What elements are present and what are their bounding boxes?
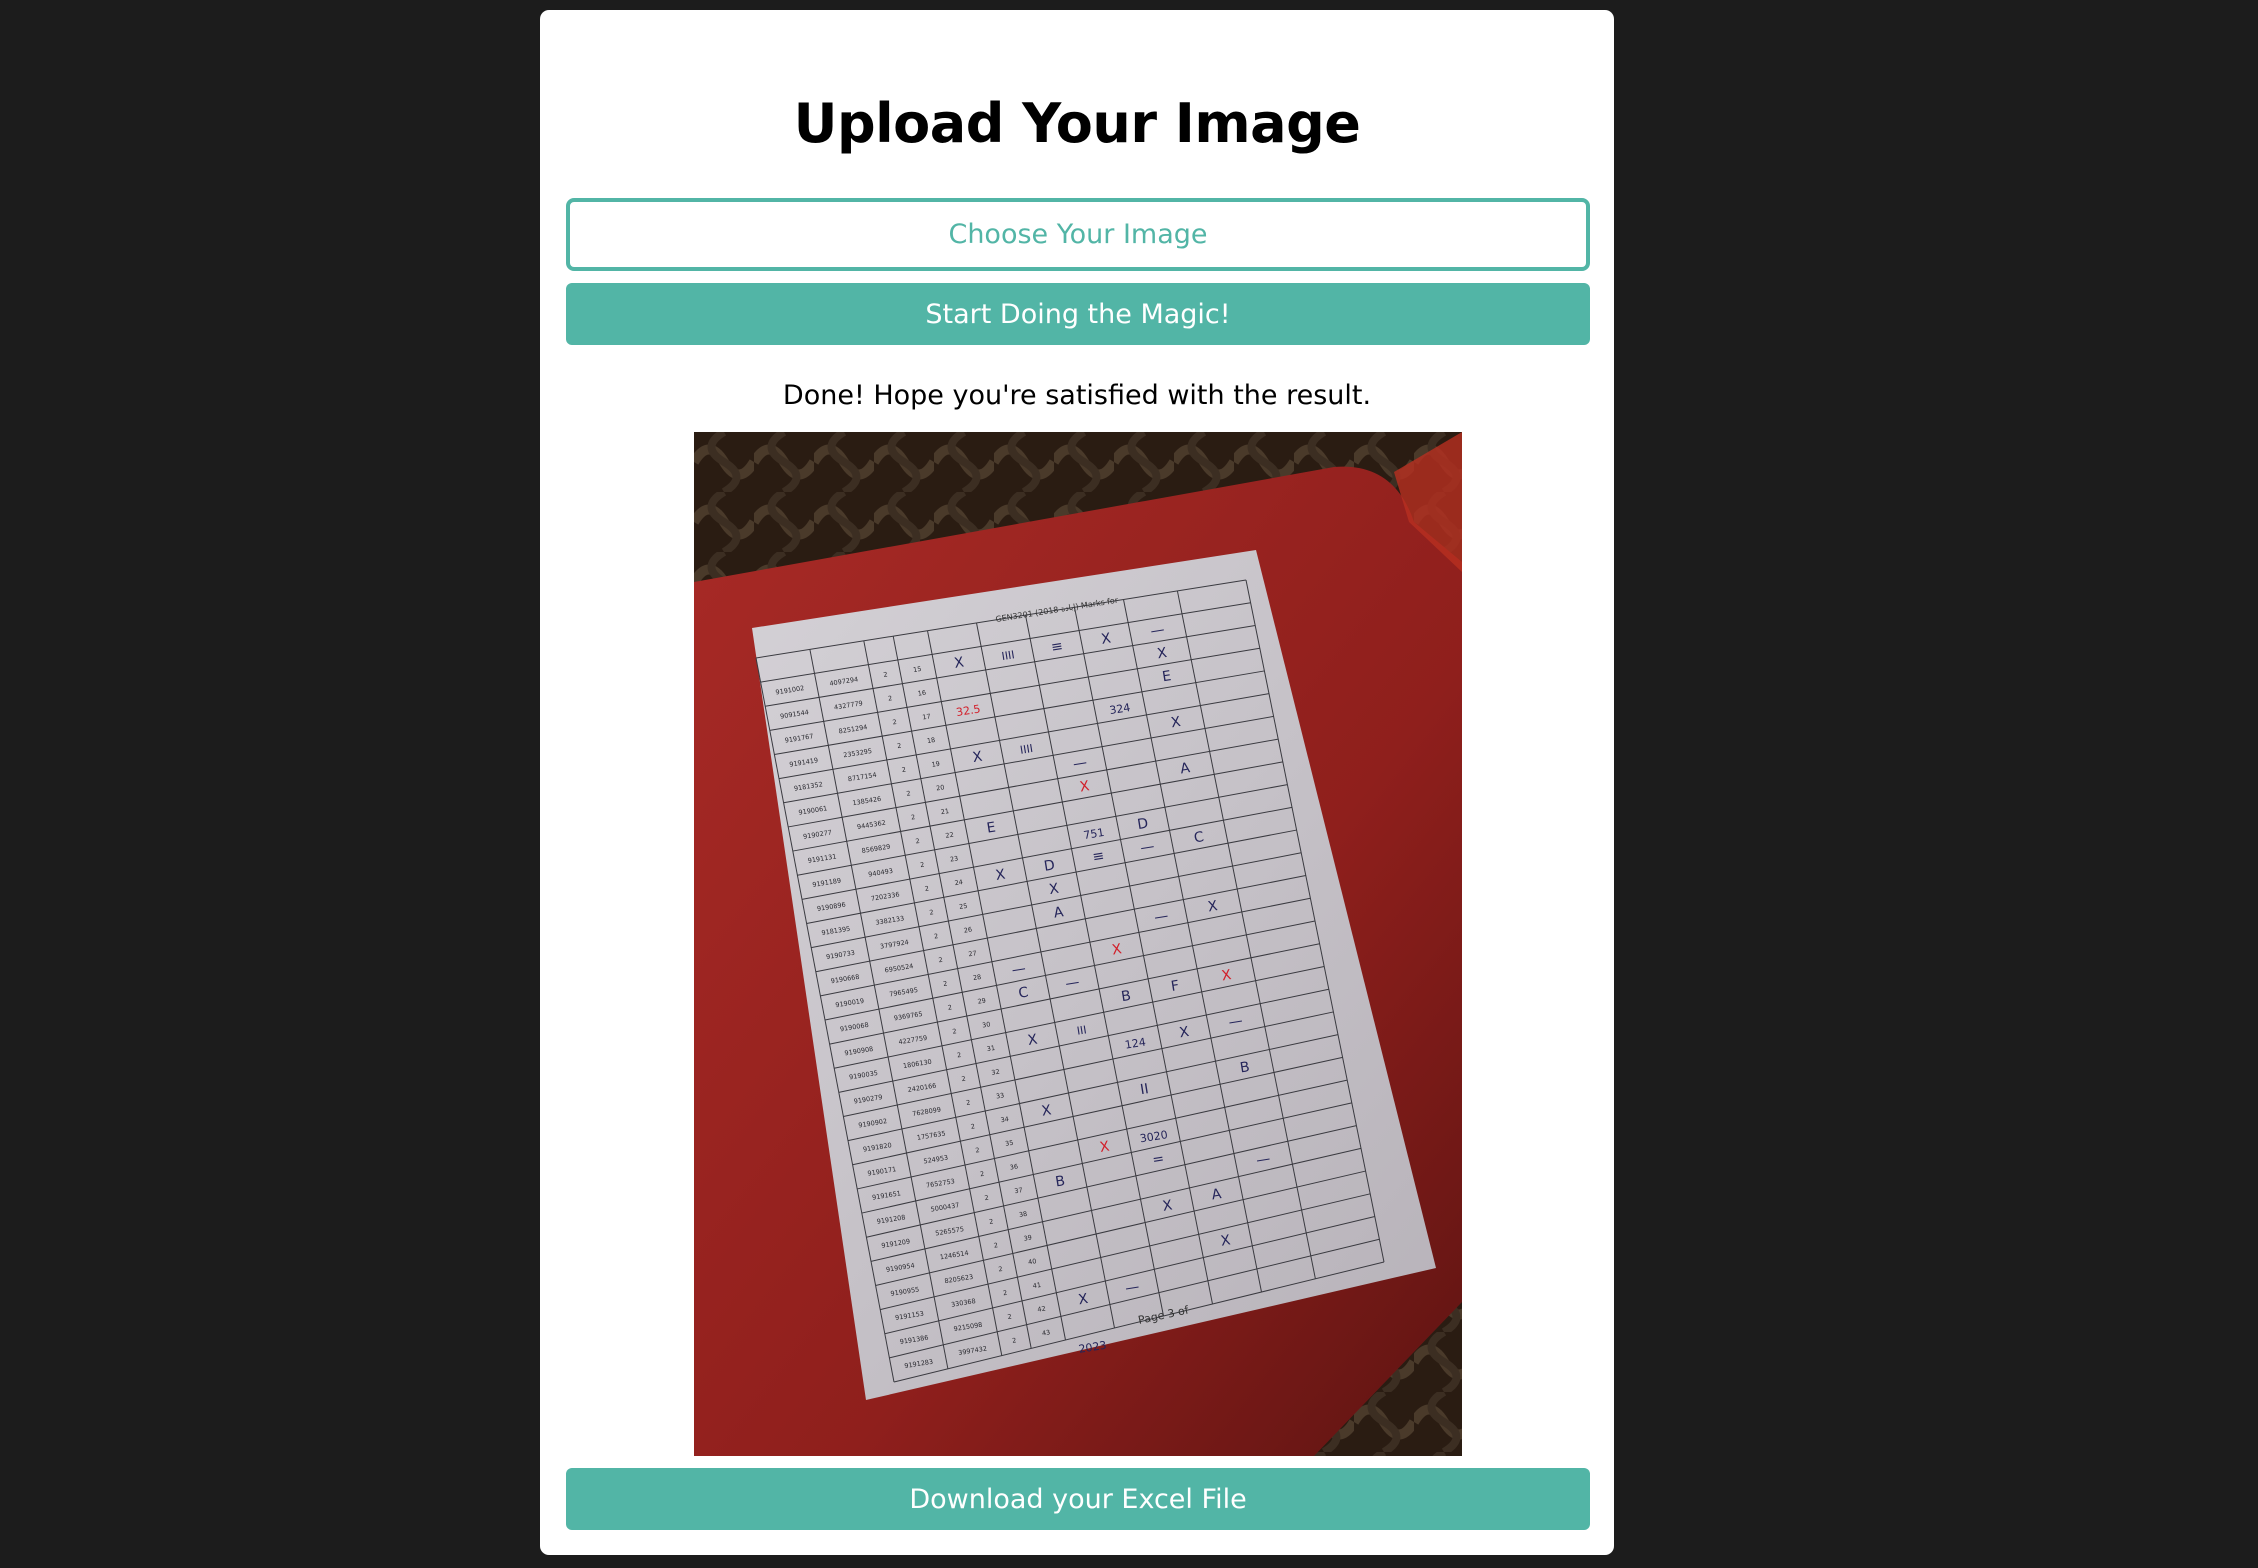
sheet-cell-seq: 43	[1041, 1328, 1050, 1337]
sheet-cell-seq: 23	[949, 854, 958, 863]
handwritten-mark: —	[1064, 974, 1080, 992]
sheet-cell-seq: 30	[982, 1020, 991, 1029]
handwritten-mark: ≡	[1050, 638, 1064, 656]
handwritten-mark: —	[1228, 1013, 1244, 1031]
sheet-cell-seq: 39	[1023, 1233, 1032, 1242]
sheet-cell-seq: 34	[1000, 1115, 1009, 1124]
sheet-cell-seq: 20	[936, 783, 945, 792]
handwritten-mark: III	[1076, 1023, 1088, 1037]
download-excel-label: Download your Excel File	[909, 1483, 1247, 1515]
marks-sheet-photo: 9191002409729421590915444327779216919176…	[694, 432, 1462, 1456]
sheet-cell-seq: 21	[940, 807, 949, 816]
sheet-cell-seq: 15	[913, 665, 922, 674]
handwritten-mark: ≡	[1091, 848, 1105, 866]
start-magic-label: Start Doing the Magic!	[925, 298, 1231, 330]
uploaded-image-preview: 9191002 4097294 2 15 9091544 4327779 2 16 919176…	[694, 432, 1462, 1456]
choose-image-label: Choose Your Image	[948, 219, 1208, 250]
sheet-cell-seq: 24	[954, 878, 963, 887]
status-message: Done! Hope you're satisfied with the res…	[782, 380, 1372, 411]
sheet-cell-seq: 42	[1037, 1305, 1046, 1314]
handwritten-mark: IIII	[1019, 742, 1034, 757]
sheet-cell-seq: 17	[922, 712, 931, 721]
upload-card: Upload Your Image Choose Your Image Star…	[540, 10, 1614, 1555]
choose-image-button[interactable]: Choose Your Image	[566, 198, 1590, 271]
sheet-cell-seq: 27	[968, 949, 977, 958]
sheet-cell-seq: 22	[945, 831, 954, 840]
sheet-cell-seq: 32	[991, 1068, 1000, 1077]
handwritten-mark: —	[1011, 961, 1027, 979]
sheet-cell-seq: 25	[959, 902, 968, 911]
page-title: Upload Your Image	[793, 92, 1361, 155]
sheet-cell-seq: 38	[1018, 1210, 1027, 1219]
sheet-cell-seq: 37	[1014, 1186, 1023, 1195]
handwritten-mark: —	[1255, 1151, 1271, 1169]
download-excel-button[interactable]: Download your Excel File	[566, 1468, 1590, 1530]
handwritten-mark: —	[1124, 1279, 1140, 1297]
sheet-cell-seq: 28	[972, 973, 981, 982]
sheet-cell-seq: 33	[995, 1091, 1004, 1100]
handwritten-mark: —	[1072, 755, 1088, 773]
handwritten-mark: IIII	[1001, 648, 1016, 663]
sheet-cell-seq: 40	[1028, 1257, 1037, 1266]
sheet-cell-seq: 18	[926, 736, 935, 745]
sheet-cell-seq: 35	[1005, 1139, 1014, 1148]
sheet-cell-seq: 36	[1009, 1162, 1018, 1171]
sheet-cell-seq: 29	[977, 997, 986, 1006]
handwritten-mark: —	[1149, 622, 1165, 640]
sheet-cell-seq: 16	[917, 689, 926, 698]
sheet-cell-seq: 26	[963, 925, 972, 934]
start-magic-button[interactable]: Start Doing the Magic!	[566, 283, 1590, 345]
handwritten-mark: —	[1153, 908, 1169, 926]
sheet-cell-seq: 41	[1032, 1281, 1041, 1290]
handwritten-mark: =	[1151, 1151, 1165, 1169]
sheet-cell-seq: 31	[986, 1044, 995, 1053]
handwritten-mark: —	[1139, 838, 1155, 856]
sheet-cell-seq: 19	[931, 760, 940, 769]
